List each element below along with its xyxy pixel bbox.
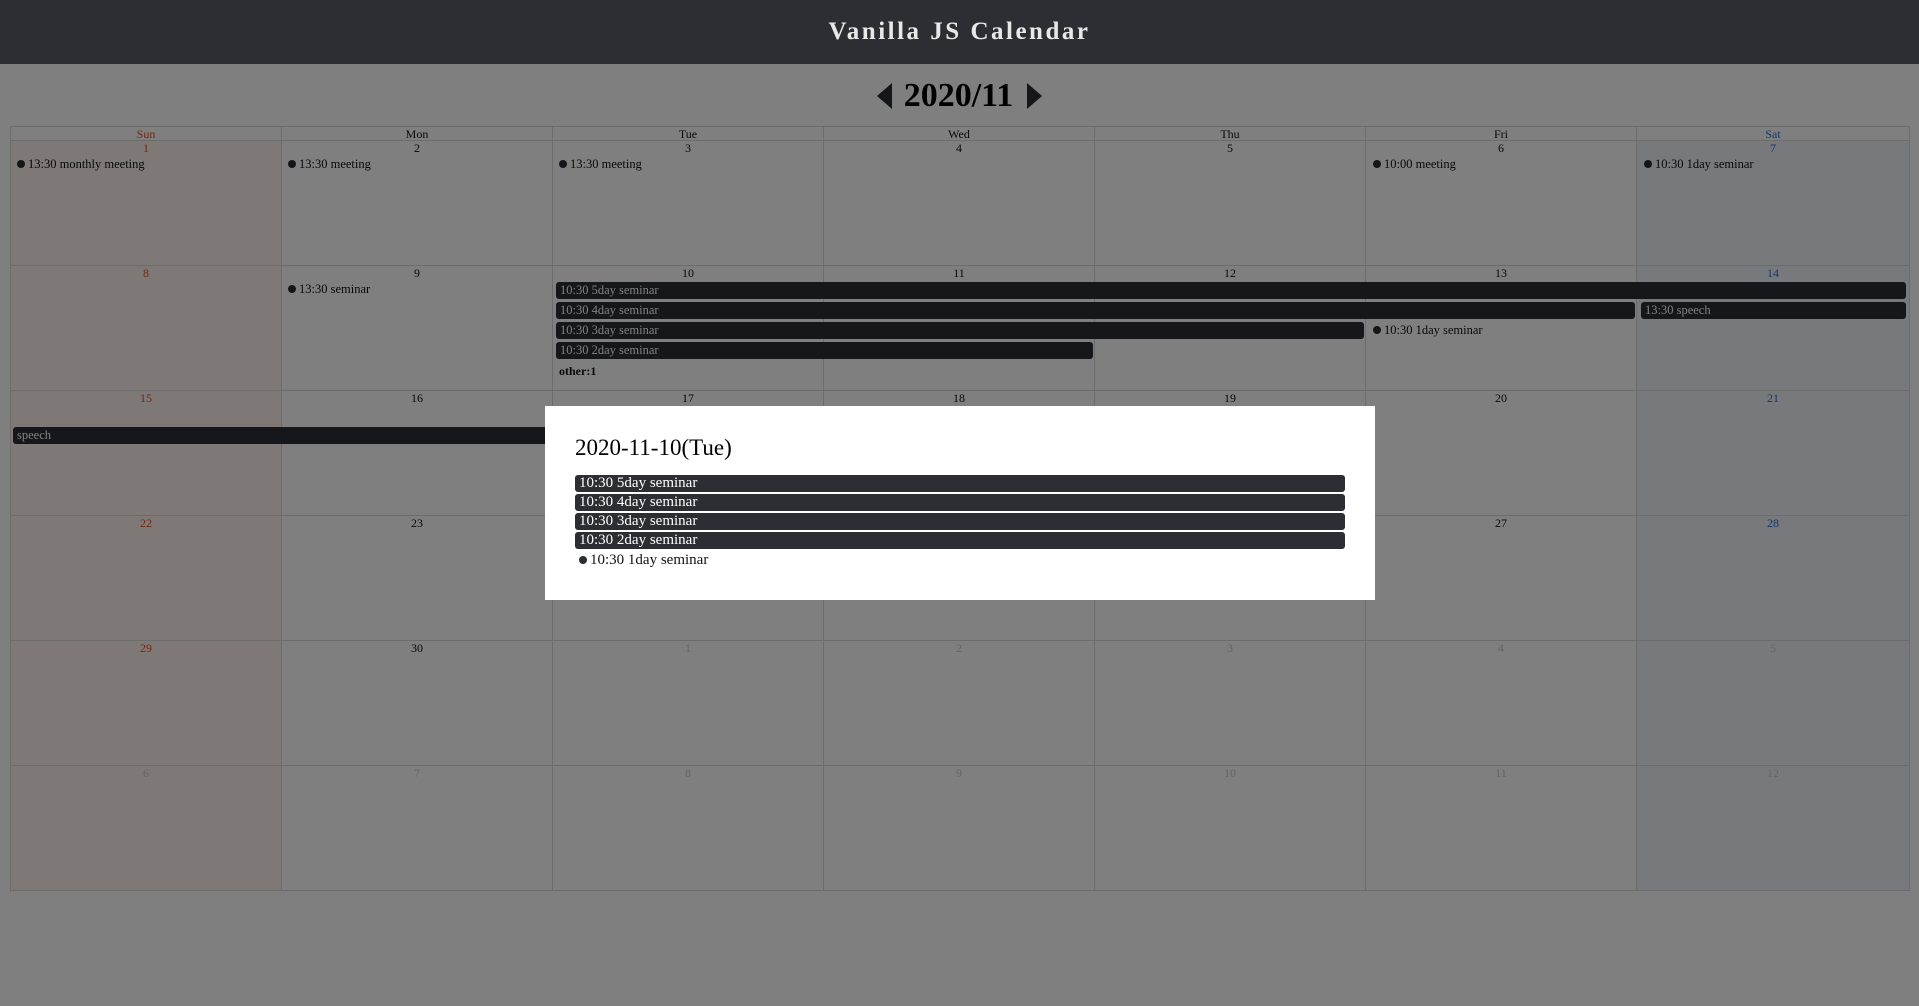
- popup-date: 2020-11-10(Tue): [575, 435, 732, 460]
- day-events-popup: 2020-11-10(Tue) 10:30 5day seminar 10:30…: [545, 406, 1375, 600]
- popup-event-item[interactable]: 10:30 1day seminar: [575, 551, 1345, 569]
- popup-event-bar[interactable]: 10:30 4day seminar: [575, 494, 1345, 511]
- popup-event-bar[interactable]: 10:30 2day seminar: [575, 532, 1345, 549]
- popup-event-list: 10:30 5day seminar 10:30 4day seminar 10…: [575, 475, 1345, 569]
- event-dot-icon: [579, 555, 587, 564]
- app-header: Vanilla JS Calendar: [0, 0, 1919, 64]
- app-title: Vanilla JS Calendar: [828, 18, 1091, 45]
- popup-event-bar[interactable]: 10:30 5day seminar: [575, 475, 1345, 492]
- popup-event-bar[interactable]: 10:30 3day seminar: [575, 513, 1345, 530]
